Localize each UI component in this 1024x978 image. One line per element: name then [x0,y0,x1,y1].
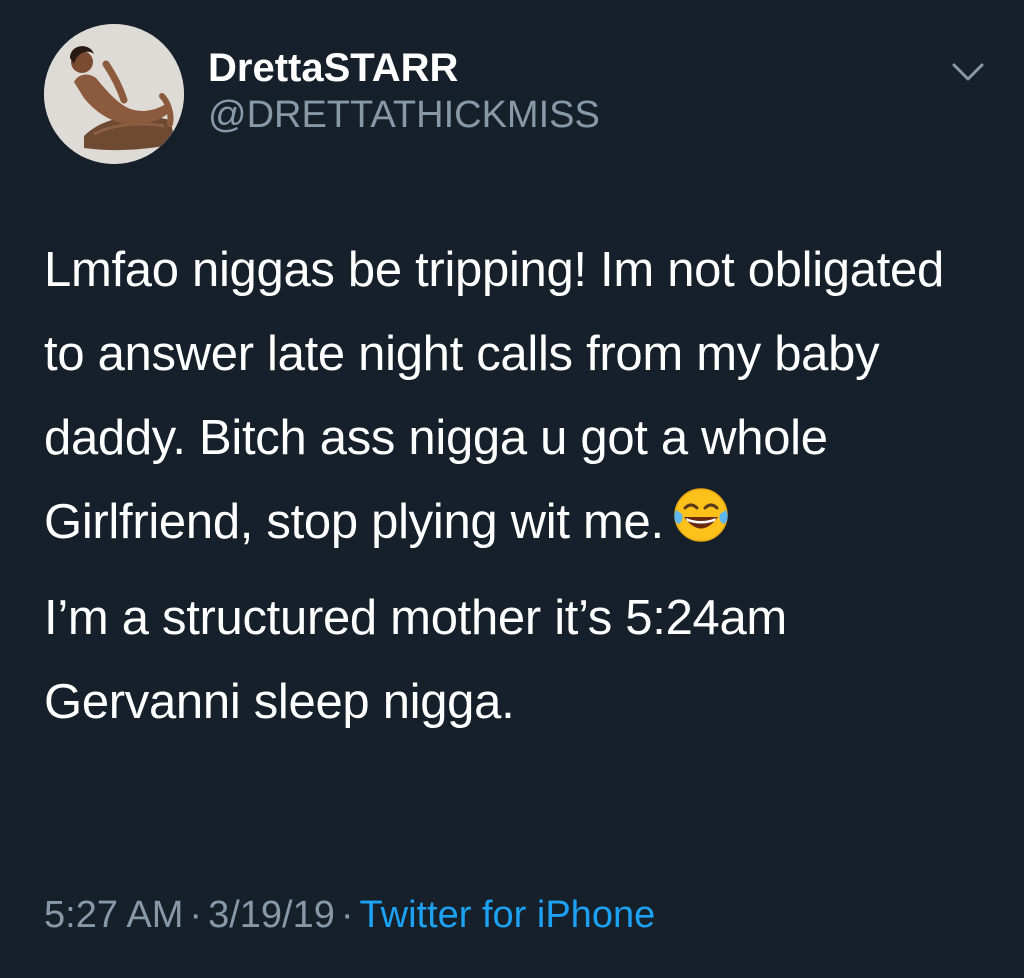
tweet-date[interactable]: 3/19/19 [208,894,335,936]
tweet-text: Lmfao niggas be tripping! Im not obligat… [44,228,994,744]
tweet-card: DrettaSTARR @DRETTATHICKMISS Lmfao nigga… [0,0,1024,978]
profile-photo-icon [44,24,184,164]
display-name[interactable]: DrettaSTARR [208,44,458,92]
tweet-paragraph: Lmfao niggas be tripping! Im not obligat… [44,228,994,564]
separator: · [189,894,203,936]
tweet-paragraph: I’m a structured mother it’s 5:24am Gerv… [44,591,787,729]
tweet-time[interactable]: 5:27 AM [44,894,183,936]
face-with-tears-of-joy-icon [670,484,732,546]
chevron-down-icon[interactable] [948,56,988,88]
avatar[interactable] [44,24,184,164]
user-handle[interactable]: @DRETTATHICKMISS [208,92,600,138]
tweet-paragraph-text: Lmfao niggas be tripping! Im not obligat… [44,243,944,549]
source-link[interactable]: Twitter for iPhone [360,894,656,936]
tweet-metadata: 5:27 AM · 3/19/19 · Twitter for iPhone [44,892,655,938]
separator: · [340,894,354,936]
